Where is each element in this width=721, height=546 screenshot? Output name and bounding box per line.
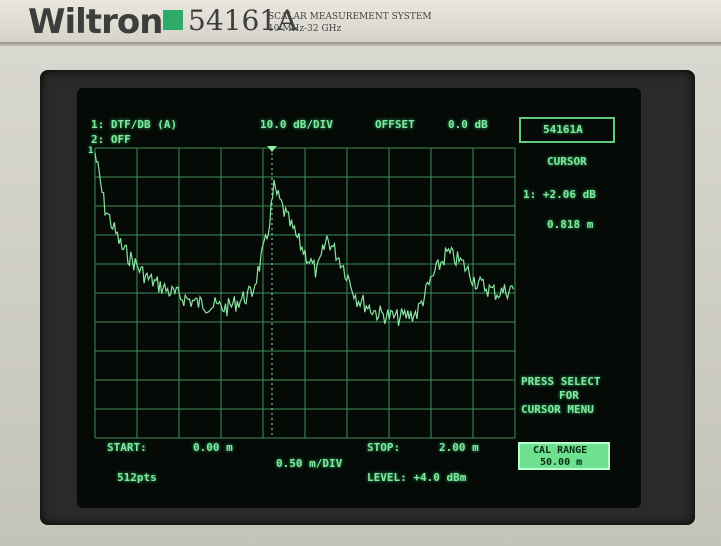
start-label: START: (107, 441, 147, 454)
cursor-distance: 0.818 m (547, 218, 594, 231)
press-select-line2: FOR (559, 389, 579, 402)
cursor-marker-icon (267, 146, 277, 152)
graticule-grid (94, 147, 516, 439)
crt-screen: 1: DTF/DB (A) 2: OFF 10.0 dB/DIV OFFSET … (77, 88, 641, 508)
trace-marker-label: 1 (88, 146, 94, 156)
model-description: SCALAR MEASUREMENT SYSTEM 10 MHz-32 GHz (268, 11, 432, 35)
stop-label: STOP: (367, 441, 401, 454)
start-value: 0.00 m (193, 441, 233, 454)
cal-range-softkey[interactable]: CAL RANGE 50.00 m (518, 442, 610, 470)
press-select-line1: PRESS SELECT (521, 375, 601, 388)
horizontal-scale: 0.50 m/DIV (276, 457, 343, 470)
instrument-header-panel: Wiltron 54161A SCALAR MEASUREMENT SYSTEM… (0, 0, 721, 44)
model-description-line1: SCALAR MEASUREMENT SYSTEM (268, 12, 432, 22)
cursor-value: 1: +2.06 dB (523, 188, 596, 201)
cursor-title: CURSOR (547, 155, 587, 168)
model-box-label: 54161A (543, 123, 583, 136)
stop-value: 2.00 m (439, 441, 479, 454)
cal-range-label: CAL RANGE (533, 445, 588, 456)
model-description-line2: 10 MHz-32 GHz (268, 24, 342, 34)
source-level: LEVEL: +4.0 dBm (367, 471, 467, 484)
cal-range-value: 50.00 m (540, 457, 583, 468)
press-select-line3: CURSOR MENU (521, 403, 594, 416)
brand-logo: Wiltron (28, 2, 163, 42)
points-count: 512pts (117, 471, 157, 484)
distance-to-fault-trace (94, 152, 515, 327)
brand-square-mark (163, 10, 183, 30)
